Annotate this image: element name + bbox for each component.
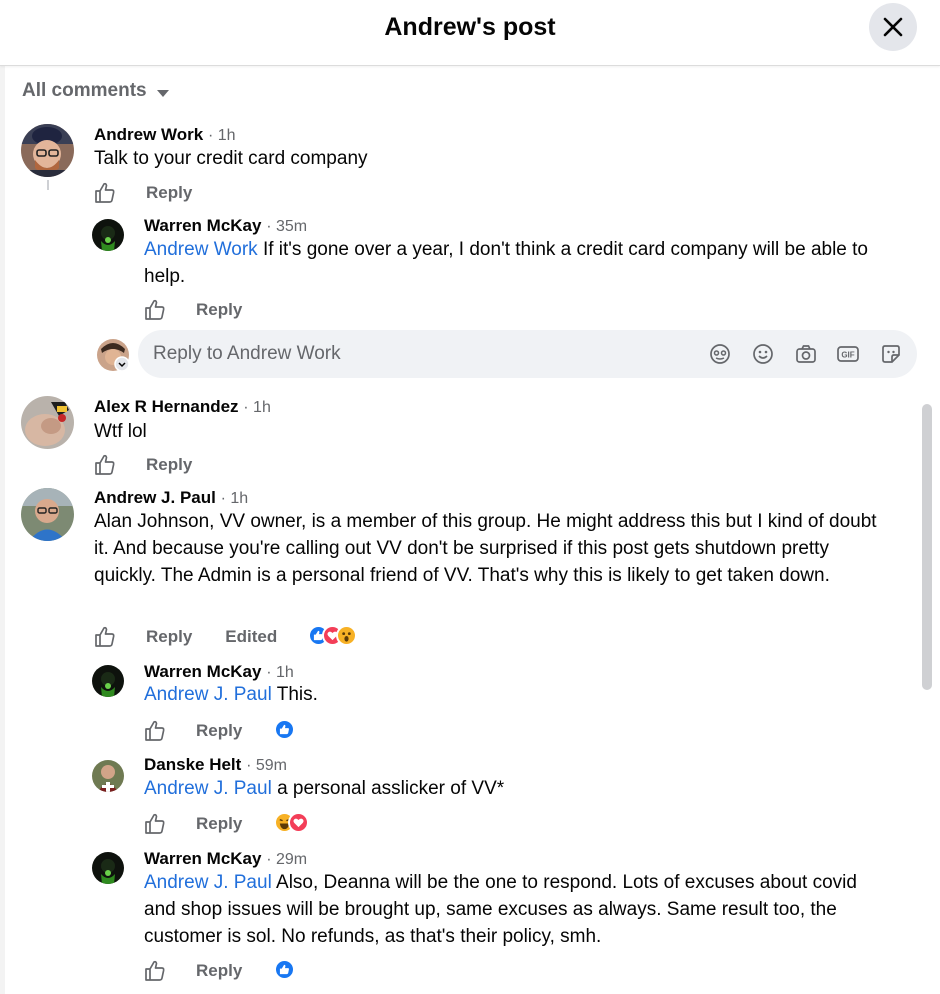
- close-icon: [883, 17, 903, 37]
- reply-button[interactable]: Reply: [196, 961, 242, 981]
- comment-text: Andrew Work If it's gone over a year, I …: [144, 236, 904, 290]
- comment-author[interactable]: Alex R Hernandez · 1h: [94, 397, 271, 417]
- avatar-sticker-icon[interactable]: [708, 342, 732, 366]
- reply-button[interactable]: Reply: [196, 300, 242, 320]
- comment-author[interactable]: Danske Helt · 59m: [144, 755, 287, 775]
- avatar-danske-helt[interactable]: [92, 760, 124, 792]
- comment-author[interactable]: Andrew J. Paul · 1h: [94, 488, 248, 508]
- close-button[interactable]: [869, 3, 917, 51]
- comment-body: This.: [271, 684, 318, 705]
- left-edge: [0, 0, 5, 994]
- thumbs-up-icon[interactable]: [143, 959, 167, 983]
- edited-label: Edited: [225, 627, 278, 646]
- reaction-summary[interactable]: [274, 959, 295, 980]
- mention-link[interactable]: Andrew J. Paul: [144, 684, 272, 705]
- author-name[interactable]: Warren McKay: [144, 662, 261, 681]
- reply-input[interactable]: [153, 340, 673, 368]
- camera-icon[interactable]: [794, 342, 818, 366]
- comment-time[interactable]: · 1h: [266, 664, 294, 681]
- author-name[interactable]: Andrew Work: [94, 125, 203, 144]
- sticker-icon[interactable]: [879, 342, 903, 366]
- avatar-warren-mckay[interactable]: [92, 852, 124, 884]
- comment-actions: Reply: [143, 298, 242, 322]
- thumbs-up-icon[interactable]: [93, 625, 117, 649]
- avatar-warren-mckay[interactable]: [92, 219, 124, 251]
- comment-time[interactable]: · 1h: [208, 127, 236, 144]
- comment-text: Andrew J. Paul Also, Deanna will be the …: [144, 869, 879, 950]
- comment-author[interactable]: Warren McKay · 29m: [144, 849, 307, 869]
- reply-button[interactable]: Reply: [146, 627, 192, 647]
- current-user-avatar[interactable]: [97, 339, 130, 372]
- reply-button[interactable]: Reply: [196, 814, 242, 834]
- comment-actions: Reply: [93, 453, 192, 477]
- reply-button[interactable]: Reply: [146, 183, 192, 203]
- thumbs-up-icon[interactable]: [143, 719, 167, 743]
- comment-time[interactable]: · 29m: [266, 851, 307, 868]
- comment-author[interactable]: Warren McKay · 35m: [144, 216, 307, 236]
- love-reaction-icon: [288, 812, 309, 833]
- avatar-andrew-j-paul[interactable]: [21, 488, 74, 541]
- comment-actions: Reply: [143, 719, 242, 743]
- author-name[interactable]: Danske Helt: [144, 755, 241, 774]
- comment-actions: Reply: [143, 812, 242, 836]
- avatar-alex-r-hernandez[interactable]: [21, 396, 74, 449]
- wow-reaction-icon: [336, 625, 357, 646]
- reaction-summary[interactable]: [274, 719, 295, 740]
- avatar-warren-mckay[interactable]: [92, 665, 124, 697]
- comment-actions: Reply: [143, 959, 242, 983]
- comment-text: Wtf lol: [94, 421, 147, 442]
- emoji-icon[interactable]: [751, 342, 775, 366]
- reaction-summary[interactable]: [308, 625, 357, 646]
- author-name[interactable]: Warren McKay: [144, 216, 261, 235]
- comment-author[interactable]: Andrew Work · 1h: [94, 125, 236, 145]
- comment-text: Talk to your credit card company: [94, 148, 368, 169]
- svg-text:GIF: GIF: [841, 351, 854, 360]
- reply-composer[interactable]: GIF: [138, 330, 917, 378]
- reaction-summary[interactable]: [274, 812, 309, 833]
- comment-actions: Reply Edited: [93, 625, 277, 649]
- thumbs-up-icon[interactable]: [93, 181, 117, 205]
- thread-line: [47, 180, 49, 190]
- thumbs-up-icon[interactable]: [143, 298, 167, 322]
- comment-time[interactable]: · 1h: [243, 399, 271, 416]
- dialog-header: Andrew's post: [0, 0, 940, 66]
- like-reaction-icon: [274, 719, 295, 740]
- mention-link[interactable]: Andrew J. Paul: [144, 778, 272, 799]
- reply-button[interactable]: Reply: [146, 455, 192, 475]
- author-name[interactable]: Alex R Hernandez: [94, 397, 239, 416]
- author-name[interactable]: Warren McKay: [144, 849, 261, 868]
- avatar-andrew-work[interactable]: [21, 124, 74, 177]
- comment-time[interactable]: · 1h: [221, 490, 249, 507]
- comment-sort-label: All comments: [22, 80, 147, 101]
- like-reaction-icon: [274, 959, 295, 980]
- caret-down-icon: [156, 89, 169, 97]
- comment-time[interactable]: · 35m: [266, 218, 307, 235]
- comment-text: Alan Johnson, VV owner, is a member of t…: [94, 511, 877, 586]
- comment-text: Andrew J. Paul a personal asslicker of V…: [144, 775, 904, 802]
- scrollbar-thumb[interactable]: [922, 404, 932, 690]
- reply-button[interactable]: Reply: [196, 721, 242, 741]
- comment-time[interactable]: · 59m: [246, 757, 287, 774]
- comment-body: a personal asslicker of VV*: [271, 778, 505, 799]
- thumbs-up-icon[interactable]: [143, 812, 167, 836]
- gif-icon[interactable]: GIF: [836, 342, 860, 366]
- mention-link[interactable]: Andrew Work: [144, 239, 258, 260]
- comment-sort-dropdown[interactable]: All comments: [22, 80, 169, 102]
- dialog-title: Andrew's post: [384, 13, 556, 41]
- mention-link[interactable]: Andrew J. Paul: [144, 872, 272, 893]
- author-name[interactable]: Andrew J. Paul: [94, 488, 216, 507]
- comment-author[interactable]: Warren McKay · 1h: [144, 662, 294, 682]
- comment-text: Andrew J. Paul This.: [144, 681, 904, 708]
- comment-actions: Reply: [93, 181, 192, 205]
- thumbs-up-icon[interactable]: [93, 453, 117, 477]
